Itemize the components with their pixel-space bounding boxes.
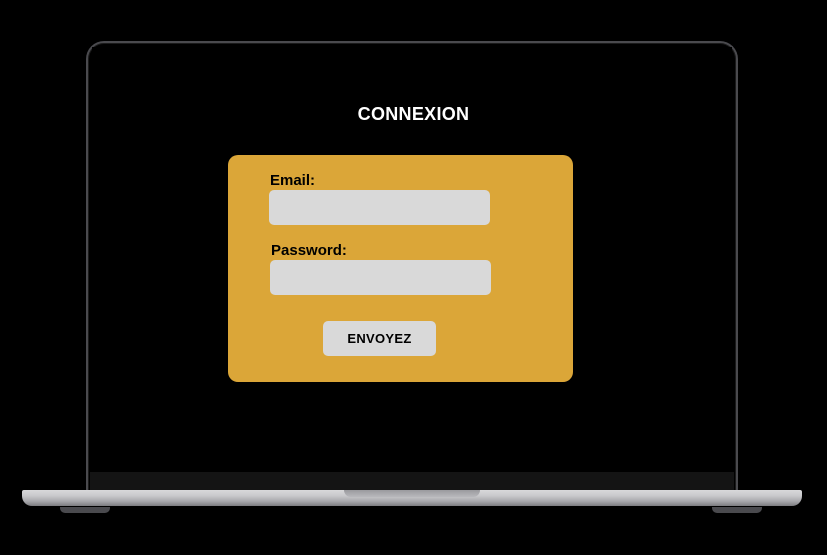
password-label: Password: xyxy=(271,242,347,259)
submit-button[interactable]: ENVOYEZ xyxy=(323,321,436,356)
laptop-foot-right xyxy=(712,507,762,513)
email-field[interactable] xyxy=(269,190,490,225)
password-field[interactable] xyxy=(270,260,491,295)
laptop-base-notch xyxy=(344,490,480,497)
email-label: Email: xyxy=(270,172,316,189)
page-title: CONNEXION xyxy=(357,104,470,124)
laptop-base xyxy=(22,490,802,506)
login-form: Email: Password: ENVOYEZ xyxy=(228,155,573,382)
laptop-foot-left xyxy=(60,507,110,513)
screen-bottom-bezel xyxy=(90,472,734,490)
